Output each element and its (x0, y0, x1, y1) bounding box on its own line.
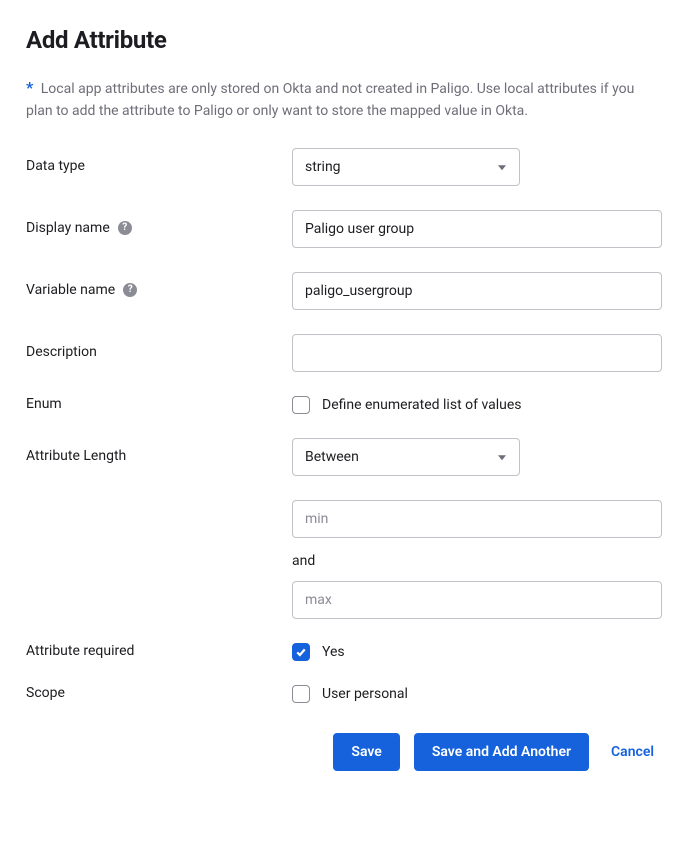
enum-label: Enum (26, 396, 292, 412)
scope-checkbox-label: User personal (322, 686, 408, 702)
and-text: and (292, 553, 315, 569)
help-icon[interactable]: ? (123, 283, 137, 297)
attribute-length-label: Attribute Length (26, 438, 292, 464)
attribute-required-checkbox[interactable] (292, 643, 310, 661)
variable-name-label: Variable name ? (26, 272, 292, 298)
attribute-required-checkbox-label: Yes (322, 644, 345, 660)
data-type-select[interactable]: string (292, 148, 520, 186)
scope-label: Scope (26, 685, 292, 701)
asterisk-icon: * (26, 78, 33, 97)
scope-checkbox[interactable] (292, 685, 310, 703)
attribute-length-select[interactable]: Between (292, 438, 520, 476)
max-input[interactable] (292, 581, 662, 619)
info-text: Local app attributes are only stored on … (26, 81, 634, 119)
save-add-another-button[interactable]: Save and Add Another (414, 733, 589, 771)
variable-name-input[interactable] (292, 272, 662, 310)
enum-checkbox[interactable] (292, 396, 310, 414)
description-label: Description (26, 334, 292, 360)
help-icon[interactable]: ? (118, 221, 132, 235)
cancel-button[interactable]: Cancel (603, 733, 662, 771)
display-name-input[interactable] (292, 210, 662, 248)
enum-checkbox-label: Define enumerated list of values (322, 397, 522, 413)
description-input[interactable] (292, 334, 662, 372)
display-name-label: Display name ? (26, 210, 292, 236)
data-type-label: Data type (26, 148, 292, 174)
save-button[interactable]: Save (333, 733, 399, 771)
info-message: * Local app attributes are only stored o… (26, 76, 662, 122)
checkmark-icon (295, 646, 307, 658)
attribute-required-label: Attribute required (26, 643, 292, 659)
min-input[interactable] (292, 500, 662, 538)
page-title: Add Attribute (26, 26, 662, 54)
